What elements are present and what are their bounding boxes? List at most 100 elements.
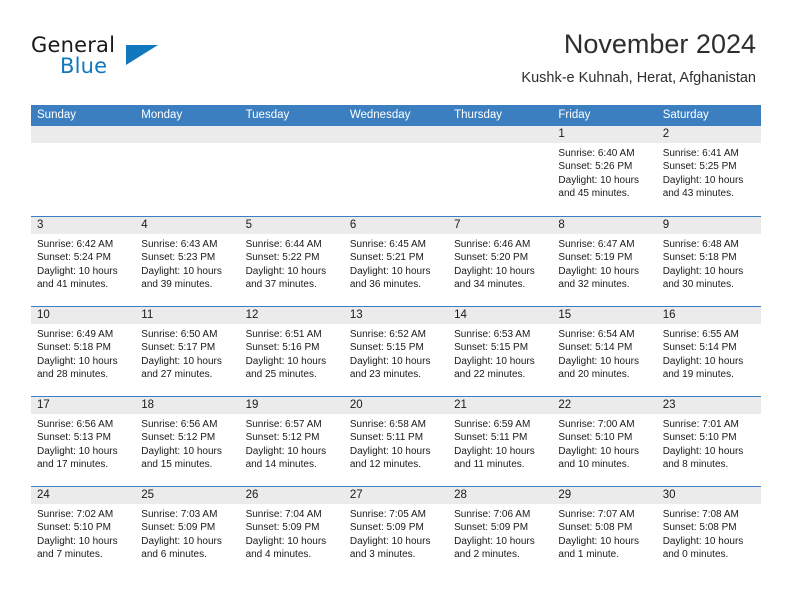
daylight-text-line1: Daylight: 10 hours: [141, 265, 222, 277]
day-cell[interactable]: 7 Sunrise: 6:46 AM Sunset: 5:20 PM Daylight…: [448, 217, 553, 306]
daylight-text-line2: and 2 minutes.: [454, 548, 520, 560]
sunset-text: Sunset: 5:11 PM: [349, 432, 424, 444]
day-cell[interactable]: 9 Sunrise: 6:48 AM Sunset: 5:18 PM Daylight…: [656, 217, 761, 306]
day-cell[interactable]: 15 Sunrise: 6:54 AM Sunset: 5:14 PM Dayligh…: [552, 307, 657, 396]
day-details: Sunrise: 6:43 AM Sunset: 5:23 PM Daylight:…: [135, 234, 239, 291]
day-number-band: 30: [656, 487, 761, 504]
sunrise-text: Sunrise: 6:55 AM: [662, 329, 739, 340]
day-cell[interactable]: 5 Sunrise: 6:44 AM Sunset: 5:22 PM Daylight…: [239, 217, 344, 306]
day-cell[interactable]: 19 Sunrise: 6:57 AM Sunset: 5:12 PM Dayligh…: [239, 397, 344, 486]
day-details: Sunrise: 6:47 AM Sunset: 5:19 PM Daylight:…: [552, 234, 656, 291]
day-number-band: 17: [31, 397, 136, 414]
day-number-band: 12: [239, 307, 344, 324]
day-details: Sunrise: 6:48 AM Sunset: 5:18 PM Daylight:…: [657, 234, 761, 291]
day-cell[interactable]: 24 Sunrise: 7:02 AM Sunset: 5:10 PM Dayligh…: [31, 487, 136, 576]
sunrise-text: Sunrise: 6:52 AM: [349, 329, 426, 340]
week-row: 3 Sunrise: 6:42 AM Sunset: 5:24 PM Daylight…: [31, 216, 761, 306]
daylight-text-line2: and 1 minute.: [558, 548, 620, 560]
daylight-text-line2: and 39 minutes.: [141, 278, 213, 290]
sunset-text: Sunset: 5:19 PM: [558, 252, 633, 264]
calendar-grid: Sunday Monday Tuesday Wednesday Thursday…: [31, 105, 761, 576]
day-cell[interactable]: 23 Sunrise: 7:01 AM Sunset: 5:10 PM Dayligh…: [656, 397, 761, 486]
day-cell[interactable]: 4 Sunrise: 6:43 AM Sunset: 5:23 PM Daylight…: [135, 217, 240, 306]
day-cell[interactable]: 3 Sunrise: 6:42 AM Sunset: 5:24 PM Daylight…: [31, 217, 136, 306]
day-number-band: 7: [448, 217, 553, 234]
daylight-text-line2: and 25 minutes.: [245, 368, 317, 380]
day-details: Sunrise: 6:55 AM Sunset: 5:14 PM Daylight:…: [657, 324, 761, 381]
day-cell[interactable]: 2 Sunrise: 6:41 AM Sunset: 5:25 PM Daylight…: [656, 126, 761, 216]
day-number-band: 18: [135, 397, 240, 414]
day-cell[interactable]: 21 Sunrise: 6:59 AM Sunset: 5:11 PM Dayligh…: [448, 397, 553, 486]
day-cell[interactable]: 6 Sunrise: 6:45 AM Sunset: 5:21 PM Daylight…: [343, 217, 449, 306]
day-details: Sunrise: 7:00 AM Sunset: 5:10 PM Daylight:…: [552, 414, 656, 471]
sunset-text: Sunset: 5:18 PM: [662, 252, 737, 264]
sunrise-text: Sunrise: 7:07 AM: [558, 509, 635, 520]
title-block: November 2024 Kushk-e Kuhnah, Herat, Afg…: [521, 28, 756, 87]
brand-logo[interactable]: General Blue: [31, 33, 211, 83]
day-cell[interactable]: 27 Sunrise: 7:05 AM Sunset: 5:09 PM Dayligh…: [343, 487, 449, 576]
day-details: Sunrise: 7:03 AM Sunset: 5:09 PM Daylight:…: [135, 504, 239, 561]
day-cell[interactable]: 1 Sunrise: 6:40 AM Sunset: 5:26 PM Daylight…: [552, 126, 657, 216]
daylight-text-line2: and 10 minutes.: [558, 458, 630, 470]
sunset-text: Sunset: 5:09 PM: [245, 522, 320, 534]
day-cell[interactable]: 29 Sunrise: 7:07 AM Sunset: 5:08 PM Dayligh…: [552, 487, 657, 576]
day-number: 8: [558, 219, 565, 231]
day-number-band: 6: [343, 217, 449, 234]
day-cell[interactable]: 10 Sunrise: 6:49 AM Sunset: 5:18 PM Dayligh…: [31, 307, 136, 396]
day-cell[interactable]: 25 Sunrise: 7:03 AM Sunset: 5:09 PM Dayligh…: [135, 487, 240, 576]
day-details: Sunrise: 7:01 AM Sunset: 5:10 PM Daylight:…: [657, 414, 761, 471]
day-cell[interactable]: 8 Sunrise: 6:47 AM Sunset: 5:19 PM Daylight…: [552, 217, 657, 306]
daylight-text-line2: and 41 minutes.: [37, 278, 109, 290]
sunset-text: Sunset: 5:22 PM: [245, 252, 320, 264]
sunset-text: Sunset: 5:09 PM: [454, 522, 529, 534]
day-cell[interactable]: 16 Sunrise: 6:55 AM Sunset: 5:14 PM Dayligh…: [656, 307, 761, 396]
day-details: Sunrise: 6:46 AM Sunset: 5:20 PM Daylight:…: [448, 234, 552, 291]
day-cell[interactable]: 18 Sunrise: 6:56 AM Sunset: 5:12 PM Dayligh…: [135, 397, 240, 486]
sunset-text: Sunset: 5:09 PM: [141, 522, 216, 534]
sunset-text: Sunset: 5:08 PM: [558, 522, 633, 534]
daylight-text-line1: Daylight: 10 hours: [37, 535, 118, 547]
daylight-text-line2: and 30 minutes.: [662, 278, 734, 290]
daylight-text-line1: Daylight: 10 hours: [558, 355, 640, 367]
sunset-text: Sunset: 5:10 PM: [558, 432, 633, 444]
sunset-text: Sunset: 5:15 PM: [349, 342, 424, 354]
day-number: 26: [245, 489, 259, 501]
day-details: Sunrise: 6:42 AM Sunset: 5:24 PM Daylight:…: [31, 234, 135, 291]
day-cell[interactable]: 17 Sunrise: 6:56 AM Sunset: 5:13 PM Dayligh…: [31, 397, 136, 486]
day-number: 11: [141, 309, 154, 321]
day-number: 7: [454, 219, 461, 231]
weekday-header-monday: Monday: [141, 109, 183, 121]
day-cell[interactable]: 11 Sunrise: 6:50 AM Sunset: 5:17 PM Dayligh…: [135, 307, 240, 396]
page-header: General Blue November 2024 Kushk-e Kuhna…: [0, 0, 792, 104]
day-cell[interactable]: 26 Sunrise: 7:04 AM Sunset: 5:09 PM Dayligh…: [239, 487, 344, 576]
sunrise-text: Sunrise: 7:03 AM: [141, 509, 218, 520]
daylight-text-line1: Daylight: 10 hours: [349, 265, 431, 277]
day-cell[interactable]: 13 Sunrise: 6:52 AM Sunset: 5:15 PM Dayligh…: [343, 307, 449, 396]
day-cell[interactable]: 30 Sunrise: 7:08 AM Sunset: 5:08 PM Dayligh…: [656, 487, 761, 576]
day-number-band: 26: [239, 487, 344, 504]
day-number-band: [31, 126, 136, 143]
daylight-text-line1: Daylight: 10 hours: [245, 535, 327, 547]
day-cell[interactable]: 22 Sunrise: 7:00 AM Sunset: 5:10 PM Dayligh…: [552, 397, 657, 486]
daylight-text-line1: Daylight: 10 hours: [37, 265, 118, 277]
day-cell[interactable]: 28 Sunrise: 7:06 AM Sunset: 5:09 PM Dayligh…: [448, 487, 553, 576]
day-number: 29: [558, 489, 572, 501]
daylight-text-line1: Daylight: 10 hours: [454, 265, 535, 277]
weekday-header-thursday: Thursday: [454, 109, 503, 121]
day-cell[interactable]: 14 Sunrise: 6:53 AM Sunset: 5:15 PM Dayligh…: [448, 307, 553, 396]
weekday-header-sunday: Sunday: [37, 109, 77, 121]
day-cell[interactable]: 20 Sunrise: 6:58 AM Sunset: 5:11 PM Dayligh…: [343, 397, 449, 486]
day-number-band: 23: [656, 397, 761, 414]
week-row: 17 Sunrise: 6:56 AM Sunset: 5:13 PM Dayligh…: [31, 396, 761, 486]
day-number: 3: [37, 219, 44, 231]
day-number-band: 1: [552, 126, 657, 143]
day-details: Sunrise: 6:41 AM Sunset: 5:25 PM Daylight:…: [657, 143, 761, 200]
day-cell[interactable]: 12 Sunrise: 6:51 AM Sunset: 5:16 PM Dayligh…: [239, 307, 344, 396]
day-details: Sunrise: 6:59 AM Sunset: 5:11 PM Daylight:…: [448, 414, 552, 471]
day-number-band: 25: [135, 487, 240, 504]
day-number-band: 21: [448, 397, 553, 414]
daylight-text-line2: and 4 minutes.: [245, 548, 312, 560]
day-number: 27: [349, 489, 363, 501]
week-row: 1 Sunrise: 6:40 AM Sunset: 5:26 PM Daylight…: [31, 126, 761, 216]
sunset-text: Sunset: 5:13 PM: [37, 432, 111, 444]
